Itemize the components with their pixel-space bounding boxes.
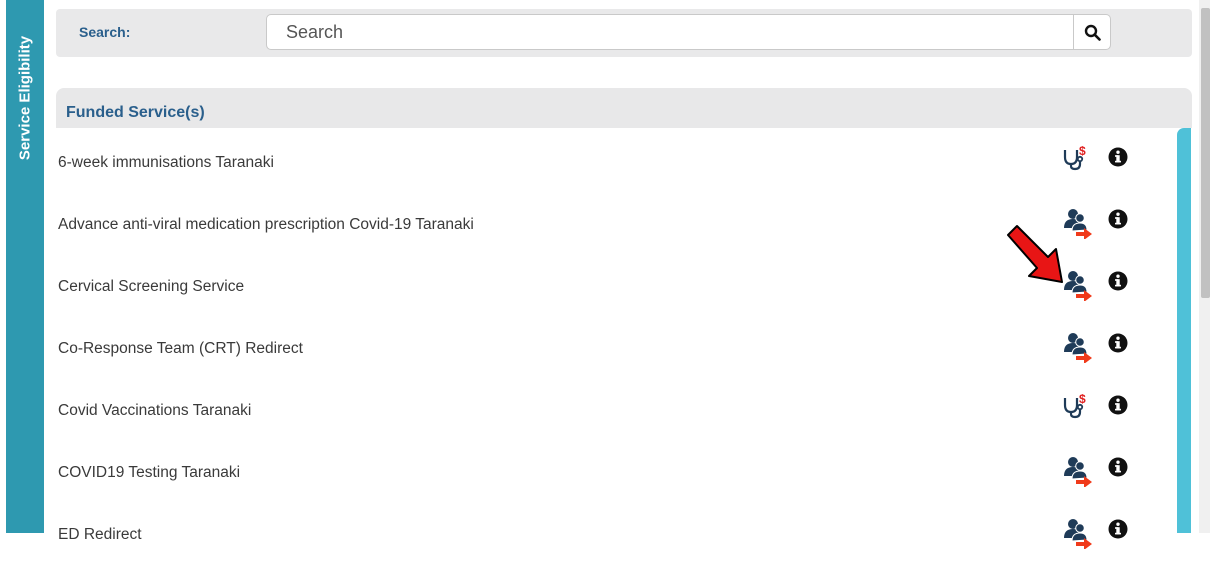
service-name[interactable]: Co-Response Team (CRT) Redirect <box>58 340 303 358</box>
info-icon[interactable] <box>1108 147 1128 172</box>
info-icon[interactable] <box>1108 519 1128 544</box>
service-row[interactable]: COVID19 Testing Taranaki <box>56 441 1176 503</box>
service-name[interactable]: Advance anti-viral medication prescripti… <box>58 216 474 234</box>
search-button[interactable] <box>1074 14 1111 50</box>
info-icon[interactable] <box>1108 395 1128 420</box>
search-icon <box>1084 24 1101 41</box>
service-row[interactable]: ED Redirect <box>56 503 1176 565</box>
stethoscope-funded-icon[interactable]: $ <box>1061 392 1089 424</box>
svg-text:$: $ <box>1079 393 1086 406</box>
service-name[interactable]: ED Redirect <box>58 526 142 544</box>
panel-title: Funded Service(s) <box>66 104 205 121</box>
service-row[interactable]: Co-Response Team (CRT) Redirect <box>56 317 1176 379</box>
service-name[interactable]: 6-week immunisations Taranaki <box>58 154 274 172</box>
svg-text:$: $ <box>1079 145 1086 158</box>
referral-icon[interactable] <box>1061 331 1093 368</box>
info-icon[interactable] <box>1108 209 1128 234</box>
page-scrollbar-thumb[interactable] <box>1201 8 1210 298</box>
funded-services-header: Funded Service(s) <box>56 88 1192 128</box>
service-eligibility-tab[interactable]: Service Eligibility <box>6 0 44 533</box>
stethoscope-funded-icon[interactable]: $ <box>1061 144 1089 176</box>
service-name[interactable]: Cervical Screening Service <box>58 278 244 296</box>
search-label: Search: <box>79 24 131 40</box>
pointer-arrow-icon <box>1007 225 1063 283</box>
service-eligibility-label: Service Eligibility <box>16 35 34 161</box>
service-row[interactable]: Covid Vaccinations Taranaki $ <box>56 379 1176 441</box>
info-icon[interactable] <box>1108 333 1128 358</box>
search-input[interactable] <box>266 14 1074 50</box>
panel-scrollbar[interactable] <box>1177 128 1191 533</box>
funded-services-list: 6-week immunisations Taranaki $ Advance an… <box>56 131 1176 565</box>
info-icon[interactable] <box>1108 271 1128 296</box>
info-icon[interactable] <box>1108 457 1128 482</box>
search-bar: Search: <box>56 9 1192 57</box>
referral-icon[interactable] <box>1061 455 1093 492</box>
service-name[interactable]: Covid Vaccinations Taranaki <box>58 402 251 420</box>
service-row[interactable]: 6-week immunisations Taranaki $ <box>56 131 1176 193</box>
service-name[interactable]: COVID19 Testing Taranaki <box>58 464 240 482</box>
referral-icon[interactable] <box>1061 517 1093 554</box>
